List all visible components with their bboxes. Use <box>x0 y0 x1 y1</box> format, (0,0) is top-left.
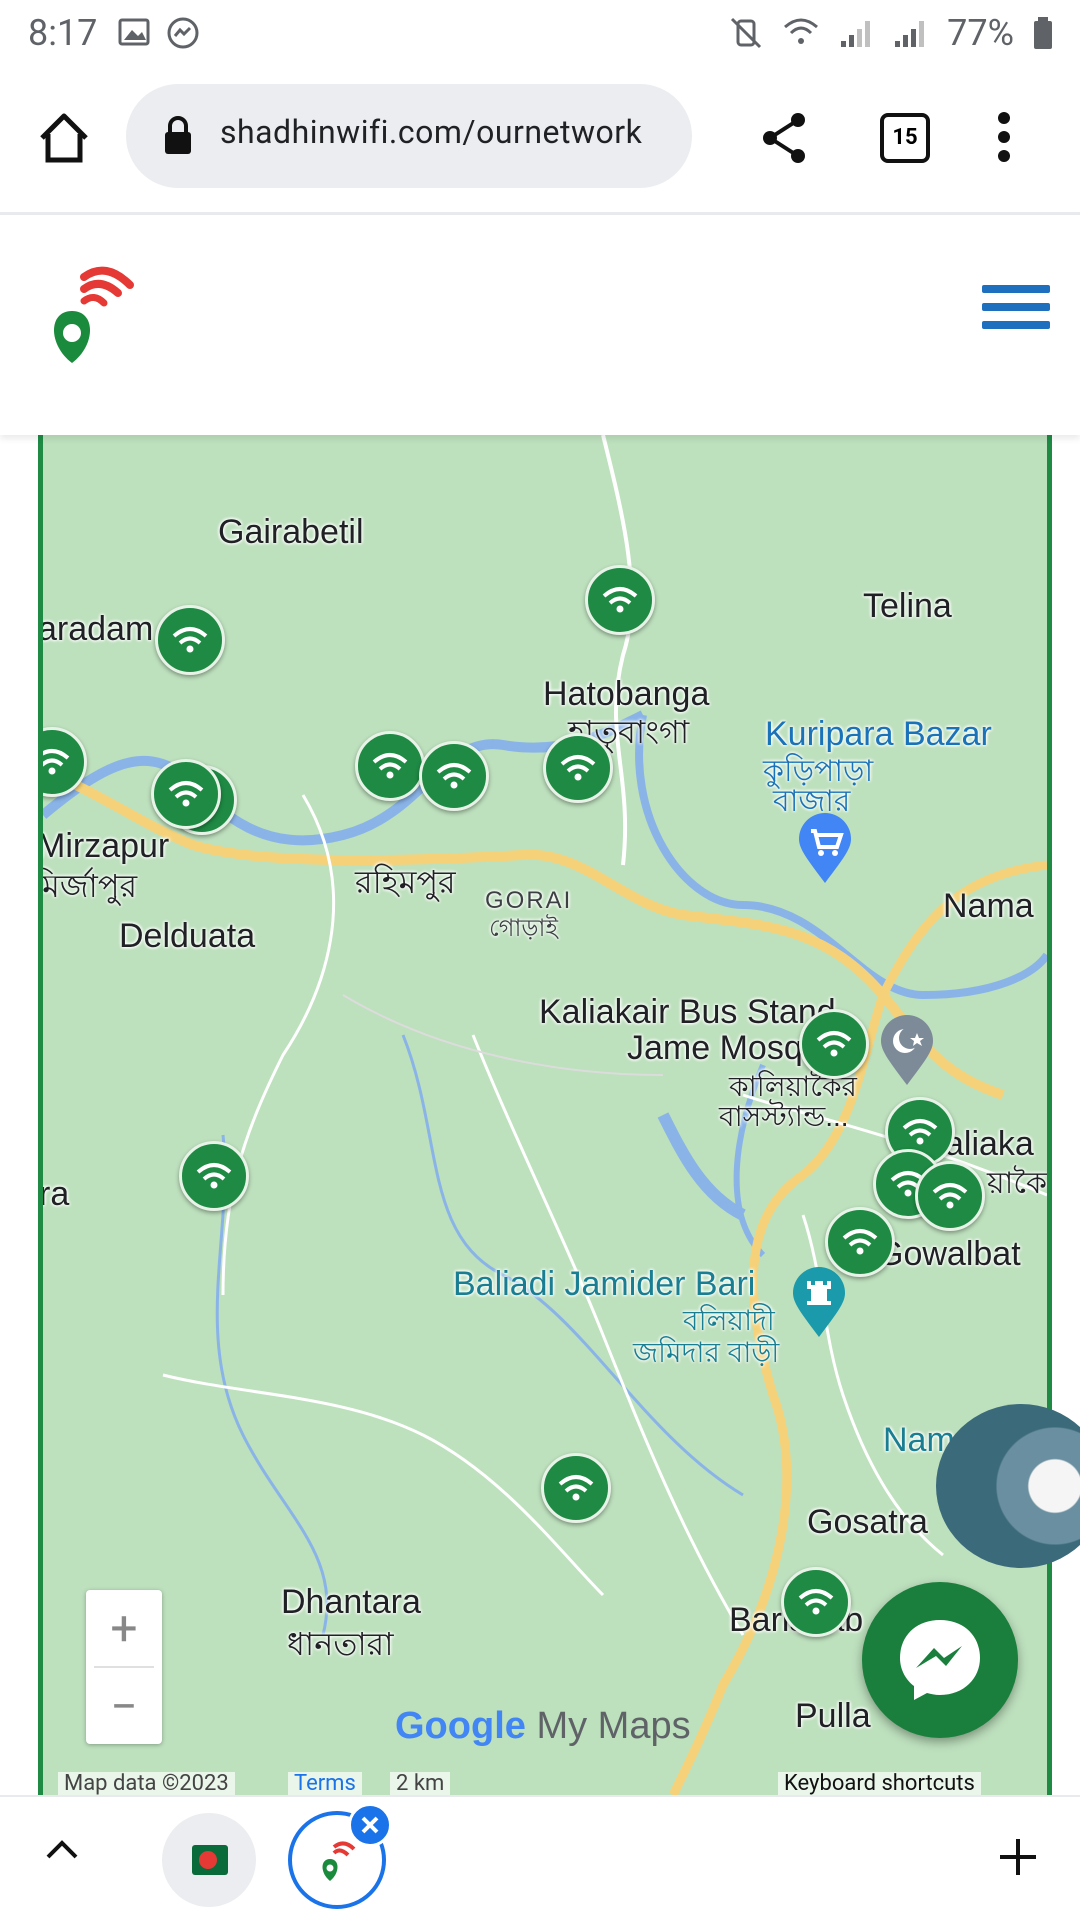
cell-signal-2-icon <box>895 21 925 47</box>
mosque-pin-icon[interactable] <box>879 1015 935 1087</box>
messenger-chat-button[interactable] <box>862 1582 1018 1738</box>
wifi-hotspot-pin[interactable] <box>541 1453 611 1523</box>
place-label: Pulla <box>795 1697 871 1735</box>
site-header <box>0 215 1080 435</box>
place-label: aradam <box>38 610 154 648</box>
tab-strip <box>0 1795 1080 1922</box>
wifi-hotspot-pin[interactable] <box>825 1207 895 1277</box>
place-label: জমিদার বাড়ী <box>633 1337 780 1368</box>
chevron-up-icon[interactable] <box>44 1837 80 1861</box>
place-label: Delduata <box>119 917 256 955</box>
status-right: 77% <box>729 12 1054 54</box>
landmark-pin-icon[interactable] <box>791 1267 847 1339</box>
gallery-notification-icon <box>118 18 150 46</box>
google-wordmark: Google <box>395 1705 526 1747</box>
bangladesh-flag-icon <box>192 1845 228 1875</box>
tab-switcher-button[interactable]: 15 <box>880 113 930 163</box>
wifi-hotspot-pin[interactable] <box>781 1567 851 1637</box>
wifi-hotspot-pin[interactable] <box>355 731 425 801</box>
place-label: Gairabetil <box>218 513 364 551</box>
shadhin-wifi-tab-icon <box>322 1841 356 1881</box>
home-icon[interactable] <box>36 112 92 164</box>
wifi-signal-icon <box>784 18 819 44</box>
url-text[interactable]: shadhinwifi.com/ournetwork <box>220 113 642 151</box>
wifi-hotspot-pin[interactable] <box>419 741 489 811</box>
hamburger-menu-icon[interactable] <box>982 283 1050 331</box>
share-icon[interactable] <box>760 112 808 164</box>
network-map[interactable]: Gairabetil Telina aradam Hatobanga হাতুব… <box>38 435 1052 1795</box>
google-mymaps-branding: Google My Maps <box>395 1705 691 1748</box>
mute-vibrate-icon <box>731 17 762 49</box>
status-bar: 8:17 77% <box>0 0 1080 68</box>
new-tab-plus-icon[interactable] <box>998 1837 1038 1877</box>
battery-percent: 77% <box>947 12 1014 54</box>
place-label: বাসস্ট্যান্ড... <box>719 1101 849 1132</box>
wifi-hotspot-pin[interactable] <box>585 565 655 635</box>
place-label: Nama <box>943 887 1034 925</box>
status-time: 8:17 <box>28 12 98 54</box>
place-label: গোড়াই <box>489 915 559 942</box>
shopping-cart-pin-icon[interactable] <box>797 813 853 885</box>
wifi-hotspot-pin[interactable] <box>799 1009 869 1079</box>
tab-thumbnail-flag[interactable] <box>162 1813 256 1907</box>
overflow-menu-icon[interactable] <box>996 112 1012 162</box>
shadhin-wifi-logo[interactable] <box>44 251 140 369</box>
zoom-in-button[interactable]: + <box>86 1590 162 1666</box>
messenger-icon <box>900 1620 980 1700</box>
wifi-hotspot-pin[interactable] <box>543 733 613 803</box>
wifi-hotspot-pin[interactable] <box>151 759 221 829</box>
close-icon <box>361 1816 379 1834</box>
battery-icon <box>1034 17 1052 49</box>
place-label: Gosatra <box>807 1503 928 1541</box>
mymaps-wordmark: My Maps <box>536 1705 691 1747</box>
scale-label: 2 km <box>390 1772 451 1796</box>
close-tab-button[interactable] <box>348 1803 392 1847</box>
cell-signal-1-icon <box>841 21 871 47</box>
place-label: ra <box>39 1175 70 1213</box>
place-label: রহিমপুর <box>355 864 456 900</box>
wifi-hotspot-pin[interactable] <box>179 1141 249 1211</box>
place-label: য়াকৈ <box>987 1167 1047 1200</box>
terms-link[interactable]: Terms <box>288 1772 362 1796</box>
place-label: ধানতারা <box>287 1626 394 1662</box>
map-data-attribution: Map data ©2023 <box>58 1772 235 1796</box>
zoom-out-button[interactable]: − <box>86 1668 162 1744</box>
messenger-notification-icon <box>167 17 199 49</box>
place-label: Dhantara <box>281 1583 421 1621</box>
keyboard-shortcuts-link[interactable]: Keyboard shortcuts <box>778 1772 981 1796</box>
place-label: মির্জাপুর <box>38 868 138 904</box>
place-label: Kaliakair Bus Stand <box>539 993 836 1031</box>
wifi-hotspot-pin[interactable] <box>915 1161 985 1231</box>
place-label: Telina <box>863 587 952 625</box>
place-label: Gowalbat <box>877 1235 1021 1273</box>
lock-icon[interactable] <box>162 116 194 156</box>
map-footer: Map data ©2023 Terms 2 km Keyboard short… <box>48 1772 1032 1796</box>
wifi-hotspot-pin[interactable] <box>155 605 225 675</box>
zoom-control: + − <box>86 1590 162 1744</box>
